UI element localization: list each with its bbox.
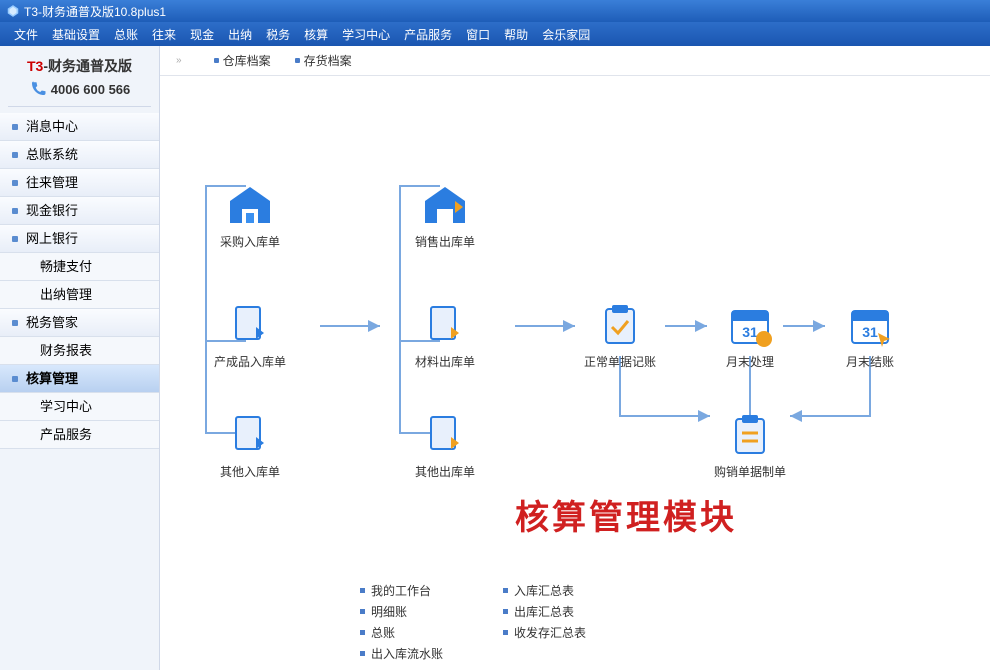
- menu-accounting[interactable]: 核算: [298, 24, 334, 45]
- document-in-icon: [226, 301, 274, 349]
- sidebar-item[interactable]: 出纳管理: [0, 281, 159, 309]
- sidebar-item-label: 学习中心: [40, 399, 92, 414]
- window-titlebar: T3-财务通普及版10.8plus1: [0, 0, 990, 22]
- sidebar-item-label: 出纳管理: [40, 287, 92, 302]
- warehouse-in-icon: [226, 181, 274, 229]
- sidebar-item[interactable]: 消息中心: [0, 113, 159, 141]
- node-material-out[interactable]: 材料出库单: [405, 301, 485, 370]
- bottom-link[interactable]: 明细账: [360, 601, 443, 622]
- document-out-icon: [421, 301, 469, 349]
- svg-text:31: 31: [742, 324, 758, 340]
- sidebar-item[interactable]: 产品服务: [0, 421, 159, 449]
- menu-help[interactable]: 帮助: [498, 24, 534, 45]
- bottom-links: 我的工作台明细账总账出入库流水账 入库汇总表出库汇总表收发存汇总表: [360, 580, 586, 664]
- node-purchase-in[interactable]: 采购入库单: [210, 181, 290, 250]
- menubar: 文件 基础设置 总账 往来 现金 出纳 税务 核算 学习中心 产品服务 窗口 帮…: [0, 22, 990, 46]
- document-other-out-icon: [421, 411, 469, 459]
- node-other-in[interactable]: 其他入库单: [210, 411, 290, 480]
- menu-basic-settings[interactable]: 基础设置: [46, 24, 106, 45]
- menu-study[interactable]: 学习中心: [336, 24, 396, 45]
- calendar-process-icon: 31: [726, 301, 774, 349]
- menu-tax[interactable]: 税务: [260, 24, 296, 45]
- node-month-end[interactable]: 31月末处理: [710, 301, 790, 370]
- menu-ar-ap[interactable]: 往来: [146, 24, 182, 45]
- menu-community[interactable]: 会乐家园: [536, 24, 596, 45]
- bottom-link[interactable]: 总账: [360, 622, 443, 643]
- flowchart: 采购入库单 产成品入库单 其他入库单 销售出库单 材料出库单 其他出库单 正常单…: [160, 76, 990, 496]
- sidebar-nav: 消息中心总账系统往来管理现金银行网上银行畅捷支付出纳管理税务管家财务报表核算管理…: [0, 113, 159, 449]
- sidebar-item[interactable]: 网上银行: [0, 225, 159, 253]
- node-finished-in[interactable]: 产成品入库单: [210, 301, 290, 370]
- phone-icon: [29, 80, 47, 98]
- sidebar-item[interactable]: 现金银行: [0, 197, 159, 225]
- menu-ledger[interactable]: 总账: [108, 24, 144, 45]
- clipboard-voucher-icon: [726, 411, 774, 459]
- menu-cash[interactable]: 现金: [184, 24, 220, 45]
- brand-title: T3-财务通普及版: [8, 56, 151, 76]
- calendar-close-icon: 31: [846, 301, 894, 349]
- sidebar-item[interactable]: 核算管理: [0, 365, 159, 393]
- sidebar-item[interactable]: 往来管理: [0, 169, 159, 197]
- warehouse-out-icon: [421, 181, 469, 229]
- sidebar-item-label: 核算管理: [26, 371, 78, 386]
- node-sales-voucher[interactable]: 购销单据制单: [710, 411, 790, 480]
- breadcrumb: » 仓库档案 存货档案: [160, 46, 990, 76]
- clipboard-check-icon: [596, 301, 644, 349]
- sidebar-item-label: 畅捷支付: [40, 259, 92, 274]
- bottom-link[interactable]: 入库汇总表: [503, 580, 586, 601]
- menu-file[interactable]: 文件: [8, 24, 44, 45]
- node-sales-out[interactable]: 销售出库单: [405, 181, 485, 250]
- bottom-link[interactable]: 出库汇总表: [503, 601, 586, 622]
- sidebar-item-label: 总账系统: [26, 147, 78, 162]
- sidebar-item-label: 往来管理: [26, 175, 78, 190]
- sidebar-item[interactable]: 财务报表: [0, 337, 159, 365]
- node-normal-posting[interactable]: 正常单据记账: [580, 301, 660, 370]
- sidebar-item-label: 税务管家: [26, 315, 78, 330]
- sidebar-item-label: 产品服务: [40, 427, 92, 442]
- document-other-in-icon: [226, 411, 274, 459]
- sidebar-item[interactable]: 税务管家: [0, 309, 159, 337]
- menu-products[interactable]: 产品服务: [398, 24, 458, 45]
- menu-cashier[interactable]: 出纳: [222, 24, 258, 45]
- node-month-close[interactable]: 31月末结账: [830, 301, 910, 370]
- sidebar-item[interactable]: 总账系统: [0, 141, 159, 169]
- sidebar-item[interactable]: 畅捷支付: [0, 253, 159, 281]
- breadcrumb-warehouse[interactable]: 仓库档案: [214, 52, 271, 69]
- main-area: » 仓库档案 存货档案 采购入库单 产成品入库单: [160, 46, 990, 670]
- sidebar-item-label: 现金银行: [26, 203, 78, 218]
- breadcrumb-chevron-icon: »: [176, 55, 182, 66]
- node-other-out[interactable]: 其他出库单: [405, 411, 485, 480]
- sidebar-item[interactable]: 学习中心: [0, 393, 159, 421]
- sidebar-item-label: 消息中心: [26, 119, 78, 134]
- bottom-link[interactable]: 出入库流水账: [360, 643, 443, 664]
- svg-text:31: 31: [862, 324, 878, 340]
- sidebar-item-label: 财务报表: [40, 343, 92, 358]
- brand-block: T3-财务通普及版 4006 600 566: [0, 46, 159, 113]
- bottom-link[interactable]: 我的工作台: [360, 580, 443, 601]
- support-phone: 4006 600 566: [8, 80, 151, 107]
- window-title: T3-财务通普及版10.8plus1: [24, 3, 166, 20]
- menu-window[interactable]: 窗口: [460, 24, 496, 45]
- breadcrumb-inventory[interactable]: 存货档案: [295, 52, 352, 69]
- sidebar-item-label: 网上银行: [26, 231, 78, 246]
- sidebar: T3-财务通普及版 4006 600 566 消息中心总账系统往来管理现金银行网…: [0, 46, 160, 670]
- bottom-link[interactable]: 收发存汇总表: [503, 622, 586, 643]
- module-title: 核算管理模块: [515, 490, 737, 539]
- app-icon: [6, 4, 20, 18]
